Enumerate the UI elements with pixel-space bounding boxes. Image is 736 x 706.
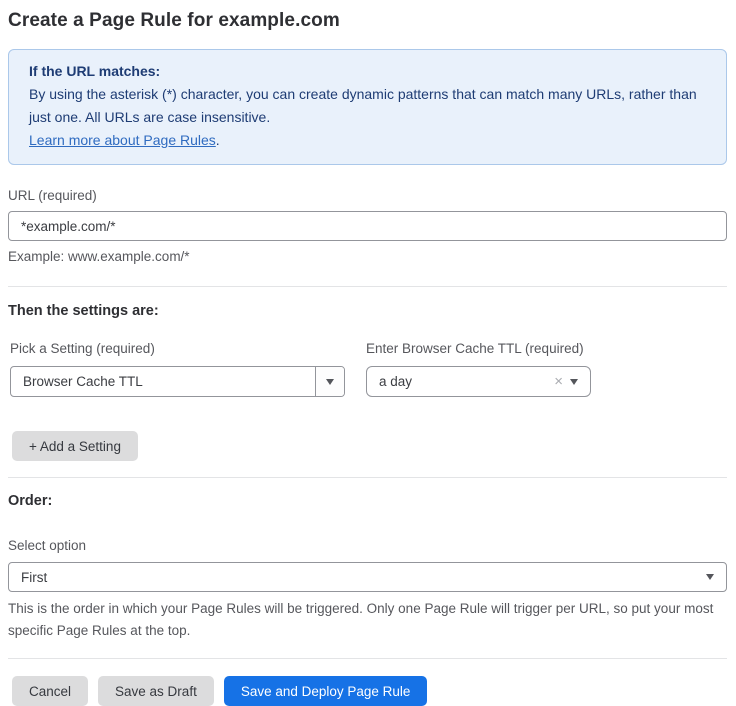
setting-picker-arrow-cell[interactable] xyxy=(315,367,344,396)
ttl-picker-select[interactable]: a day × xyxy=(366,366,591,397)
ttl-picker-value: a day xyxy=(367,374,554,389)
add-setting-button[interactable]: + Add a Setting xyxy=(12,431,138,461)
info-body: By using the asterisk (*) character, you… xyxy=(29,83,706,129)
chevron-down-icon xyxy=(570,379,578,385)
url-input[interactable] xyxy=(8,211,727,241)
setting-picker-select[interactable]: Browser Cache TTL xyxy=(10,366,345,397)
order-select-arrow[interactable] xyxy=(706,574,726,580)
order-section-heading: Order: xyxy=(8,493,727,509)
info-link-suffix: . xyxy=(216,132,220,148)
setting-picker-label: Pick a Setting (required) xyxy=(10,340,345,357)
divider xyxy=(8,286,727,287)
save-as-draft-button[interactable]: Save as Draft xyxy=(98,676,214,706)
url-example-text: Example: www.example.com/* xyxy=(8,248,727,265)
info-link-line: Learn more about Page Rules. xyxy=(29,129,706,152)
url-match-info-callout: If the URL matches: By using the asteris… xyxy=(8,49,727,165)
ttl-picker-label: Enter Browser Cache TTL (required) xyxy=(366,340,591,357)
url-field-label: URL (required) xyxy=(8,187,727,204)
footer-actions: Cancel Save as Draft Save and Deploy Pag… xyxy=(12,676,727,706)
order-help-text: This is the order in which your Page Rul… xyxy=(8,598,720,642)
settings-section-heading: Then the settings are: xyxy=(8,303,727,319)
chevron-down-icon xyxy=(706,574,714,580)
order-select-label: Select option xyxy=(8,537,727,554)
order-select[interactable]: First xyxy=(8,562,727,592)
ttl-picker-arrow[interactable] xyxy=(570,379,590,385)
ttl-picker-column: Enter Browser Cache TTL (required) a day… xyxy=(366,340,591,397)
divider xyxy=(8,477,727,478)
learn-more-link[interactable]: Learn more about Page Rules xyxy=(29,132,216,148)
save-and-deploy-button[interactable]: Save and Deploy Page Rule xyxy=(224,676,428,706)
cancel-button[interactable]: Cancel xyxy=(12,676,88,706)
chevron-down-icon xyxy=(326,379,334,385)
divider xyxy=(8,658,727,659)
settings-row: Pick a Setting (required) Browser Cache … xyxy=(10,340,727,397)
page-title: Create a Page Rule for example.com xyxy=(8,10,727,32)
add-setting-wrap: + Add a Setting xyxy=(12,431,727,461)
order-select-value: First xyxy=(9,570,706,585)
clear-icon[interactable]: × xyxy=(554,374,570,389)
setting-picker-value: Browser Cache TTL xyxy=(11,374,315,389)
setting-picker-column: Pick a Setting (required) Browser Cache … xyxy=(10,340,345,397)
info-heading: If the URL matches: xyxy=(29,60,706,83)
